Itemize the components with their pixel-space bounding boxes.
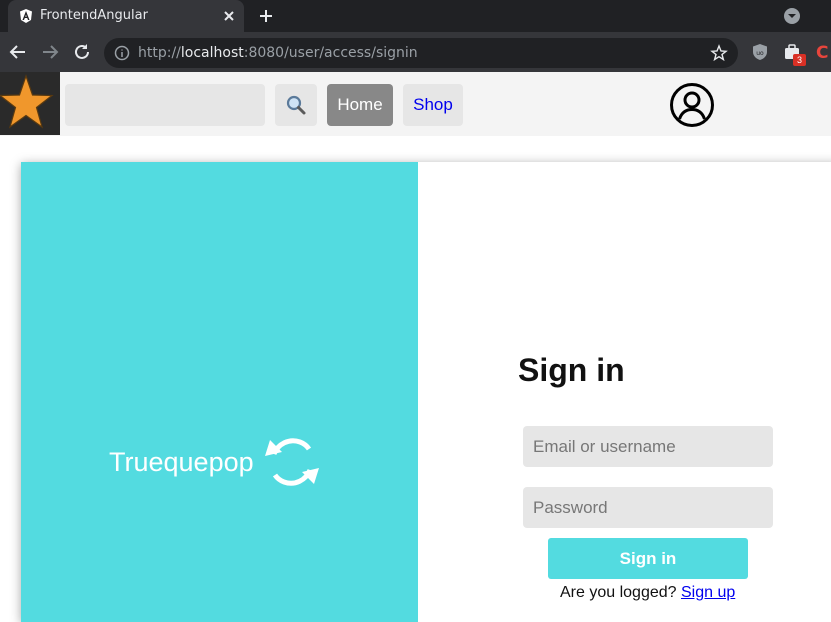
back-icon[interactable] (8, 42, 28, 62)
new-tab-icon[interactable] (256, 6, 276, 26)
address-bar[interactable]: http://localhost:8080/user/access/signin (104, 38, 738, 68)
url-path: :8080/user/access/signin (243, 45, 418, 61)
bookmark-star-icon[interactable] (710, 44, 728, 62)
signup-prompt-text: Are you logged? (560, 584, 677, 601)
tab-search-icon[interactable] (782, 6, 802, 26)
brand-name: Truequepop (109, 447, 254, 477)
url-scheme: http:// (138, 45, 181, 61)
svg-text:C: C (816, 43, 828, 62)
browser-tab-bar: FrontendAngular (0, 0, 831, 32)
user-account-icon[interactable] (669, 82, 715, 128)
site-header: Home Shop (0, 72, 831, 136)
search-button[interactable] (275, 84, 317, 126)
angular-icon (20, 9, 32, 23)
info-icon[interactable] (114, 45, 130, 61)
star-logo-icon (0, 74, 54, 129)
signup-link[interactable]: Sign up (681, 584, 735, 601)
browser-tab[interactable]: FrontendAngular (8, 0, 244, 32)
nav-shop-link[interactable]: Shop (403, 84, 463, 126)
email-field[interactable] (523, 426, 773, 467)
signin-card: Truequepop Sign in Sign in Are you logge… (21, 162, 831, 622)
svg-text:uo: uo (756, 50, 764, 57)
sync-icon (265, 438, 319, 486)
signin-title: Sign in (518, 352, 625, 388)
url-text[interactable]: http://localhost:8080/user/access/signin (138, 45, 418, 61)
extension-badge: 3 (793, 54, 806, 66)
password-field[interactable] (523, 487, 773, 528)
extension-c-icon[interactable]: C (814, 42, 831, 62)
brand-panel: Truequepop (21, 162, 418, 622)
close-icon[interactable] (220, 7, 238, 25)
search-icon (286, 95, 306, 115)
ublock-shield-icon[interactable]: uo (750, 42, 770, 62)
browser-toolbar: http://localhost:8080/user/access/signin… (0, 32, 831, 72)
reload-icon[interactable] (72, 42, 92, 62)
signup-prompt: Are you logged? Sign up (560, 584, 735, 602)
nav-home-button[interactable]: Home (327, 84, 393, 126)
forward-icon[interactable] (40, 42, 60, 62)
tab-title: FrontendAngular (40, 8, 148, 23)
site-logo[interactable] (0, 72, 60, 135)
url-host: localhost (180, 45, 244, 61)
signin-button[interactable]: Sign in (548, 538, 748, 579)
search-input[interactable] (65, 84, 265, 126)
